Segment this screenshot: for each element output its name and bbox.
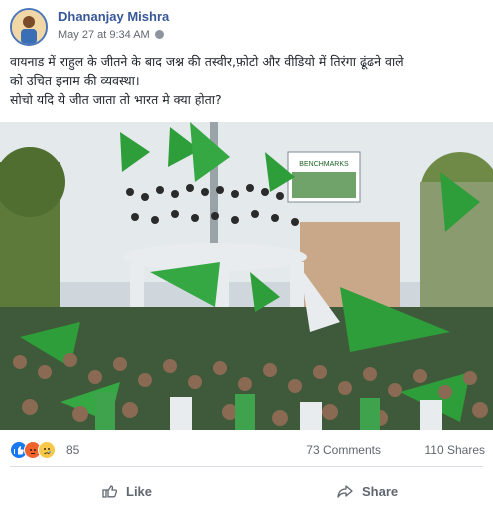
like-button[interactable]: Like	[100, 476, 220, 504]
post-text-line: को उचित इनाम की व्यवस्था।	[10, 73, 140, 88]
post-timestamp[interactable]: May 27 at 9:34 AM	[58, 29, 164, 41]
thumbs-up-icon	[102, 485, 118, 498]
post-text: वायनाड में राहुल के जीतने के बाद जश्न की…	[10, 52, 486, 109]
globe-icon	[154, 30, 164, 39]
sad-icon	[38, 441, 56, 459]
post-stats: 85 73 Comments 110 Shares	[0, 437, 493, 461]
post-text-line: वायनाड में राहुल के जीतने के बाद जश्न की…	[10, 54, 404, 69]
shares-count[interactable]: 110 Shares	[425, 443, 486, 457]
comments-count[interactable]: 73 Comments	[306, 443, 381, 457]
post-text-line: सोचो यदि ये जीत जाता तो भारत मे क्या होत…	[10, 92, 222, 107]
author-name[interactable]: Dhananjay Mishra	[58, 9, 169, 24]
billboard-text: BENCHMARKS	[299, 161, 349, 168]
avatar[interactable]	[10, 8, 48, 46]
share-arrow-icon	[337, 485, 353, 498]
reaction-count[interactable]: 85	[66, 443, 79, 457]
facebook-post: Dhananjay Mishra May 27 at 9:34 AM वायना…	[0, 0, 493, 508]
share-label: Share	[362, 484, 399, 499]
divider	[10, 466, 483, 467]
like-label: Like	[126, 484, 153, 499]
share-button[interactable]: Share	[335, 476, 455, 504]
post-photo[interactable]: BENCHMARKS	[0, 122, 493, 430]
timestamp-text[interactable]: May 27 at 9:34 AM	[58, 29, 150, 41]
